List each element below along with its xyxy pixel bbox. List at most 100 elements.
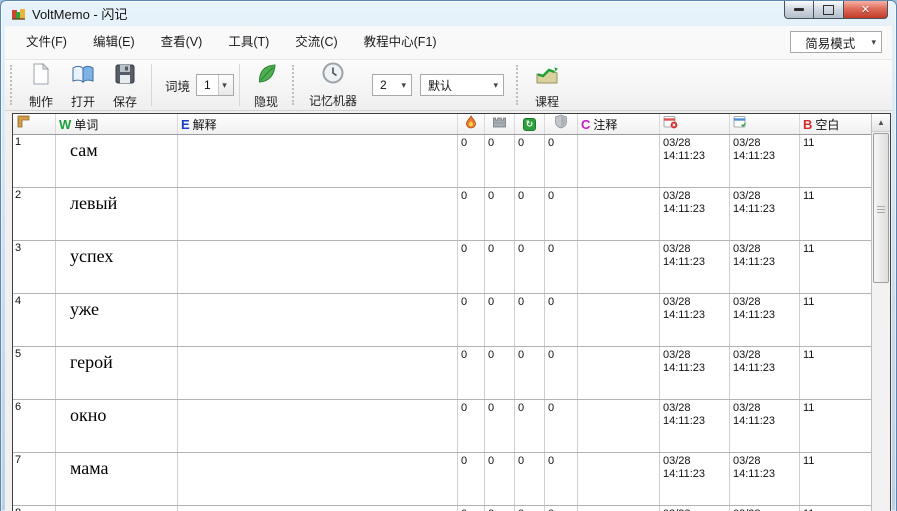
shield-count-cell[interactable]: 0 [545,506,578,511]
date1-cell[interactable]: 03/28 14:11:23 [660,400,730,452]
menu-edit[interactable]: 编辑(E) [80,26,148,59]
menu-view[interactable]: 查看(V) [148,26,216,59]
sync-count-cell[interactable]: 0 [515,188,545,240]
word-cell[interactable]: работа [56,506,178,511]
date1-cell[interactable]: 03/28 14:11:23 [660,347,730,399]
explanation-cell[interactable] [178,294,458,346]
date2-cell[interactable]: 03/28 14:11:23 [730,188,800,240]
row-number-cell[interactable]: 7 [13,453,56,505]
table-row[interactable]: 3 успех 0 0 0 0 03/28 14:11:23 03/28 14:… [13,241,871,294]
minimize-button[interactable] [784,1,814,19]
course-button[interactable]: 课程 [526,61,568,109]
castle-count-cell[interactable]: 0 [485,188,515,240]
blank-cell[interactable]: 11 [800,347,871,399]
open-button[interactable]: 打开 [62,61,104,109]
menu-tutorial[interactable]: 教程中心(F1) [351,26,450,59]
menu-file[interactable]: 文件(F) [13,26,80,59]
save-button[interactable]: 保存 [104,61,146,109]
note-cell[interactable] [578,241,660,293]
explanation-cell[interactable] [178,347,458,399]
blank-cell[interactable]: 11 [800,188,871,240]
word-cell[interactable]: уже [56,294,178,346]
note-cell[interactable] [578,347,660,399]
row-number-cell[interactable]: 5 [13,347,56,399]
castle-count-cell[interactable]: 0 [485,294,515,346]
hide-button[interactable]: 隐现 [245,61,287,109]
note-cell[interactable] [578,453,660,505]
row-number-cell[interactable]: 3 [13,241,56,293]
col-note-header[interactable]: C 注释 [578,114,660,134]
date1-cell[interactable]: 03/28 14:11:23 [660,188,730,240]
explanation-cell[interactable] [178,506,458,511]
note-cell[interactable] [578,135,660,187]
word-cell[interactable]: левый [56,188,178,240]
col-blank-header[interactable]: B 空白 [800,114,871,134]
date2-cell[interactable]: 03/28 14:11:23 [730,241,800,293]
date1-cell[interactable]: 03/28 14:11:23 [660,294,730,346]
sync-count-cell[interactable]: 0 [515,135,545,187]
flame-count-cell[interactable]: 0 [458,400,485,452]
date1-cell[interactable]: 03/28 14:11:23 [660,453,730,505]
note-cell[interactable] [578,400,660,452]
flame-count-cell[interactable]: 0 [458,188,485,240]
flame-count-cell[interactable]: 0 [458,241,485,293]
date1-cell[interactable]: 03/28 14:11:23 [660,506,730,511]
col-flame-header[interactable] [458,114,485,134]
shield-count-cell[interactable]: 0 [545,347,578,399]
flame-count-cell[interactable]: 0 [458,453,485,505]
col-date1-header[interactable] [660,114,730,134]
word-context-spinner[interactable]: 1 ▾ [196,74,235,96]
table-row[interactable]: 4 уже 0 0 0 0 03/28 14:11:23 03/28 14:11… [13,294,871,347]
shield-count-cell[interactable]: 0 [545,135,578,187]
close-button[interactable]: ✕ [844,1,888,19]
castle-count-cell[interactable]: 0 [485,347,515,399]
sync-count-cell[interactable]: 0 [515,294,545,346]
word-cell[interactable]: окно [56,400,178,452]
date1-cell[interactable]: 03/28 14:11:23 [660,135,730,187]
sync-count-cell[interactable]: 0 [515,400,545,452]
sync-count-cell[interactable]: 0 [515,241,545,293]
date2-cell[interactable]: 03/28 14:11:23 [730,506,800,511]
shield-count-cell[interactable]: 0 [545,241,578,293]
col-date2-header[interactable] [730,114,800,134]
note-cell[interactable] [578,506,660,511]
explanation-cell[interactable] [178,135,458,187]
table-row[interactable]: 1 сам 0 0 0 0 03/28 14:11:23 03/28 14:11… [13,135,871,188]
word-cell[interactable]: мама [56,453,178,505]
blank-cell[interactable]: 11 [800,135,871,187]
col-shield-header[interactable] [545,114,578,134]
table-row[interactable]: 2 левый 0 0 0 0 03/28 14:11:23 03/28 14:… [13,188,871,241]
menu-tools[interactable]: 工具(T) [215,26,282,59]
sync-count-cell[interactable]: 0 [515,506,545,511]
blank-cell[interactable]: 11 [800,453,871,505]
scrollbar-thumb[interactable] [873,133,889,283]
castle-count-cell[interactable]: 0 [485,400,515,452]
date2-cell[interactable]: 03/28 14:11:23 [730,347,800,399]
date2-cell[interactable]: 03/28 14:11:23 [730,453,800,505]
row-number-cell[interactable]: 8 [13,506,56,511]
row-number-cell[interactable]: 2 [13,188,56,240]
table-row[interactable]: 7 мама 0 0 0 0 03/28 14:11:23 03/28 14:1… [13,453,871,506]
col-word-header[interactable]: W 单词 [56,114,178,134]
scroll-up-button[interactable]: ▲ [872,114,890,132]
col-index-header[interactable] [13,114,56,134]
memory-level-combobox[interactable]: 2 ▾ [372,74,413,96]
shield-count-cell[interactable]: 0 [545,188,578,240]
vertical-scrollbar[interactable]: ▲ [871,114,890,511]
row-number-cell[interactable]: 1 [13,135,56,187]
note-cell[interactable] [578,294,660,346]
castle-count-cell[interactable]: 0 [485,453,515,505]
col-explain-header[interactable]: E 解释 [178,114,458,134]
col-castle-header[interactable] [485,114,515,134]
table-row[interactable]: 6 окно 0 0 0 0 03/28 14:11:23 03/28 14:1… [13,400,871,453]
maximize-button[interactable] [814,1,844,19]
note-cell[interactable] [578,188,660,240]
flame-count-cell[interactable]: 0 [458,347,485,399]
app-icon[interactable] [11,6,27,22]
shield-count-cell[interactable]: 0 [545,294,578,346]
castle-count-cell[interactable]: 0 [485,241,515,293]
row-number-cell[interactable]: 6 [13,400,56,452]
sync-count-cell[interactable]: 0 [515,347,545,399]
date2-cell[interactable]: 03/28 14:11:23 [730,400,800,452]
explanation-cell[interactable] [178,188,458,240]
